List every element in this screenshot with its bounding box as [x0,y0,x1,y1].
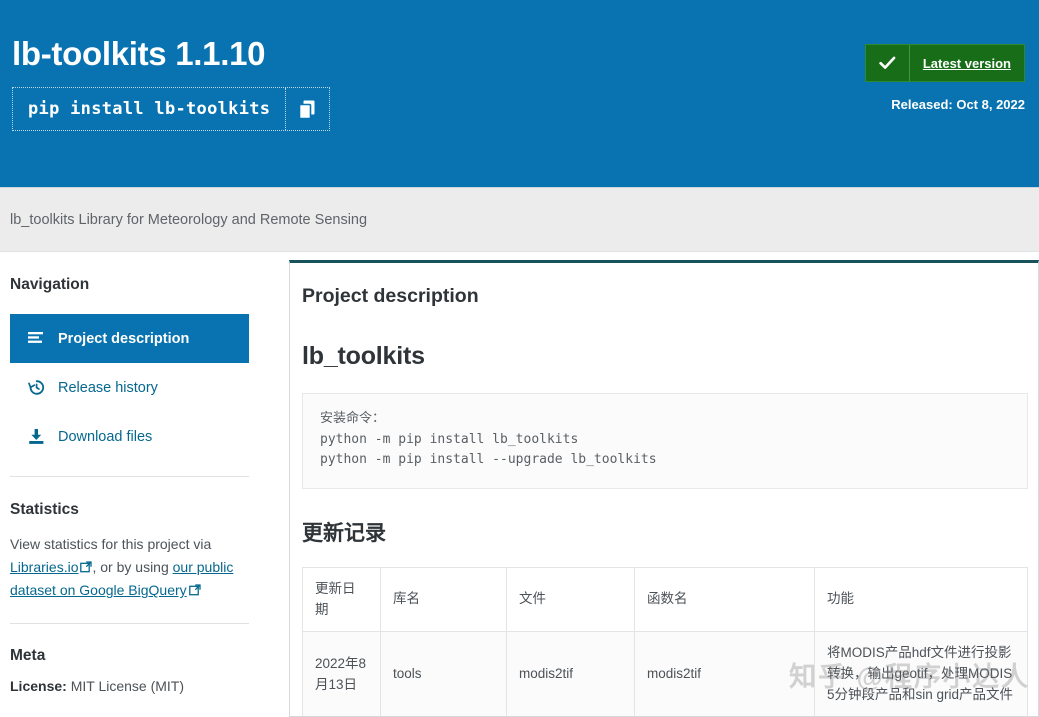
content-area: Navigation Project description [0,252,1039,717]
check-icon [866,45,910,81]
cell-feature: 将MODIS产品hdf文件进行投影转换，输出geotif，处理MODIS 5分钟… [815,632,1028,717]
changelog-heading: 更新记录 [302,517,1038,547]
history-clock-icon [27,379,45,397]
libraries-io-label: Libraries.io [10,559,78,575]
statistics-text-mid: , or by using [92,559,172,575]
cell-file: modis2tif [507,632,635,717]
project-description-panel: Project description lb_toolkits 安装命令： py… [289,260,1039,717]
sidebar-item-release-history[interactable]: Release history [10,363,249,412]
libraries-io-link[interactable]: Libraries.io [10,559,78,575]
table-row: 2022年8月13日 tools modis2tif modis2tif 将MO… [303,632,1028,717]
status-badge[interactable]: Latest version [865,44,1025,82]
pip-install-box[interactable]: pip install lb-toolkits [12,87,330,131]
release-status-area: Latest version Released: Oct 8, 2022 [865,44,1025,112]
changelog-table-head: 更新日期 库名 文件 函数名 功能 [303,567,1028,632]
navigation-list: Project description Release history [10,314,249,461]
panel-title: Project description [302,285,1038,308]
lines-list-icon [27,330,45,348]
sidebar-item-download-files[interactable]: Download files [10,412,249,461]
statistics-text-before: View statistics for this project via [10,536,211,552]
cell-function: modis2tif [635,632,815,717]
latest-version-link[interactable]: Latest version [910,45,1024,81]
sidebar-item-label: Project description [58,331,189,347]
pypi-project-page: lb-toolkits 1.1.10 pip install lb-toolki… [0,0,1039,717]
external-link-icon [80,557,92,580]
download-icon [27,428,45,446]
table-header-date: 更新日期 [303,567,381,632]
license-line: License: MIT License (MIT) [10,678,249,694]
external-link-icon [189,580,201,603]
navigation-heading: Navigation [10,276,249,294]
table-header-feature: 功能 [815,567,1028,632]
project-summary-bar: lb_toolkits Library for Meteorology and … [0,187,1039,252]
sidebar: Navigation Project description [0,252,289,717]
statistics-heading: Statistics [10,501,249,519]
table-header-function: 函数名 [635,567,815,632]
copy-icon[interactable] [285,88,329,130]
sidebar-item-label: Release history [58,380,158,396]
sidebar-item-label: Download files [58,429,152,445]
sidebar-item-project-description[interactable]: Project description [10,314,249,363]
project-banner: lb-toolkits 1.1.10 pip install lb-toolki… [0,0,1039,187]
changelog-table: 更新日期 库名 文件 函数名 功能 2022年8月13日 tools modis… [302,567,1028,717]
readme-title: lb_toolkits [302,342,1038,371]
install-code-block: 安装命令： python -m pip install lb_toolkits … [302,393,1028,489]
table-header-row: 更新日期 库名 文件 函数名 功能 [303,567,1028,632]
released-date: Released: Oct 8, 2022 [865,97,1025,112]
license-value: MIT License (MIT) [71,678,184,694]
cell-date: 2022年8月13日 [303,632,381,717]
table-header-library: 库名 [381,567,507,632]
pip-install-command: pip install lb-toolkits [13,88,285,130]
statistics-text: View statistics for this project via Lib… [10,533,253,603]
sidebar-divider-2 [10,623,249,624]
sidebar-divider-1 [10,476,249,477]
project-summary: lb_toolkits Library for Meteorology and … [10,212,367,228]
cell-library: tools [381,632,507,717]
license-label: License: [10,678,67,694]
changelog-table-body: 2022年8月13日 tools modis2tif modis2tif 将MO… [303,632,1028,717]
meta-heading: Meta [10,647,249,665]
table-header-file: 文件 [507,567,635,632]
